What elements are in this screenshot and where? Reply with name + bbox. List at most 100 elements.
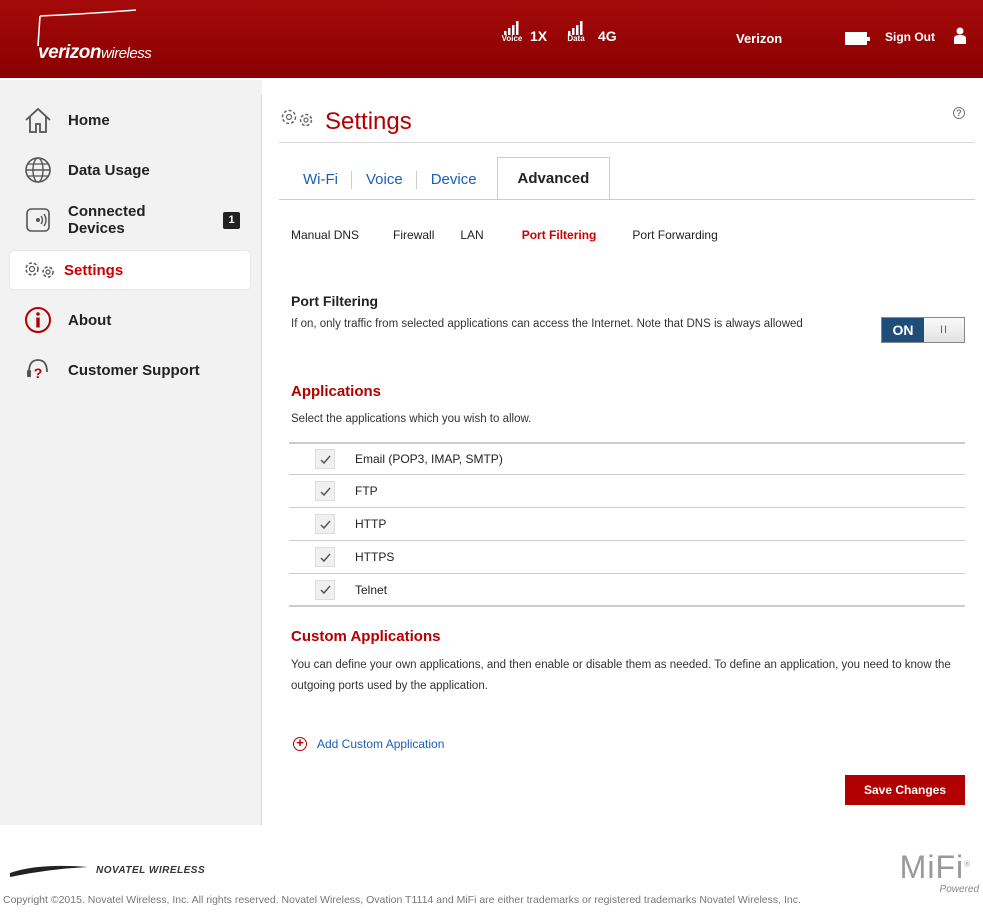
subtab-port-forwarding[interactable]: Port Forwarding bbox=[608, 218, 729, 252]
custom-applications-heading: Custom Applications bbox=[291, 628, 441, 645]
footer: NOVATEL WIRELESS MiFi® Powered Copyright… bbox=[0, 835, 983, 921]
subtab-manual-dns[interactable]: Manual DNS bbox=[279, 218, 371, 252]
tech-4g: 4G bbox=[598, 28, 617, 44]
add-custom-application-label: Add Custom Application bbox=[317, 737, 445, 751]
applications-heading: Applications bbox=[291, 383, 382, 400]
mifi-powered: Powered bbox=[939, 884, 979, 895]
tab-device[interactable]: Device bbox=[417, 159, 491, 199]
subtab-firewall[interactable]: Firewall bbox=[371, 218, 446, 252]
connected-devices-icon bbox=[22, 204, 54, 236]
tab-label: Advanced bbox=[517, 170, 590, 187]
applications-list: Email (POP3, IMAP, SMTP) FTP HTTP HTTPS … bbox=[289, 442, 965, 607]
svg-text:?: ? bbox=[34, 365, 43, 381]
custom-applications-section: Custom Applications You can define your … bbox=[279, 628, 975, 697]
list-item: Telnet bbox=[289, 574, 965, 607]
application-checkbox[interactable] bbox=[315, 514, 335, 534]
add-custom-application-link[interactable]: + Add Custom Application bbox=[293, 736, 445, 751]
port-filtering-heading: Port Filtering bbox=[291, 293, 379, 309]
globe-icon bbox=[22, 154, 54, 186]
application-checkbox[interactable] bbox=[315, 579, 335, 600]
page-title-text: Settings bbox=[325, 107, 412, 135]
headset-icon: ? bbox=[22, 354, 54, 386]
mifi-text: MiFi bbox=[899, 849, 965, 885]
battery-icon bbox=[845, 32, 870, 45]
sidebar-item-connected-devices[interactable]: Connected Devices 1 bbox=[10, 195, 250, 245]
advanced-subtabs: Manual DNS Firewall LAN Port Filtering P… bbox=[279, 218, 730, 252]
checkmark-icon bbox=[319, 520, 331, 529]
sidebar-item-label: Customer Support bbox=[68, 361, 200, 379]
sidebar-item-settings[interactable]: Settings bbox=[10, 251, 250, 289]
sidebar-item-label: Settings bbox=[64, 261, 124, 279]
help-icon[interactable]: ? bbox=[953, 107, 965, 119]
mifi-registered: ® bbox=[964, 859, 971, 869]
add-circle-icon: + bbox=[293, 736, 307, 751]
verizon-logo: verizonwireless bbox=[30, 8, 190, 68]
application-checkbox[interactable] bbox=[315, 547, 335, 567]
application-checkbox[interactable] bbox=[315, 481, 335, 501]
sidebar-item-customer-support[interactable]: ? Customer Support bbox=[10, 345, 250, 395]
home-icon bbox=[22, 104, 54, 136]
sidebar-item-about[interactable]: About bbox=[10, 295, 250, 345]
tab-label: Voice bbox=[365, 170, 403, 188]
carrier-name: Verizon bbox=[736, 31, 783, 46]
top-header: verizonwireless Voice 1X Data 4G Verizon… bbox=[0, 0, 983, 78]
save-changes-button[interactable]: Save Changes bbox=[845, 775, 965, 805]
sidebar-item-home[interactable]: Home bbox=[10, 95, 250, 145]
subtab-port-filtering[interactable]: Port Filtering bbox=[509, 218, 609, 252]
application-label: HTTPS bbox=[355, 550, 395, 564]
port-filtering-toggle[interactable]: ON II bbox=[881, 317, 965, 343]
sidebar-item-label: Home bbox=[68, 111, 110, 129]
port-filtering-description: If on, only traffic from selected applic… bbox=[291, 318, 803, 330]
title-divider bbox=[279, 142, 975, 143]
sign-out-link[interactable]: Sign Out bbox=[885, 30, 935, 44]
list-item: HTTPS bbox=[289, 541, 965, 574]
application-checkbox[interactable] bbox=[315, 449, 335, 469]
list-item: Email (POP3, IMAP, SMTP) bbox=[289, 442, 965, 475]
applications-section: Applications Select the applications whi… bbox=[279, 383, 975, 429]
voice-label: Voice bbox=[501, 34, 523, 43]
brand-light: wireless bbox=[101, 45, 152, 62]
info-icon bbox=[22, 304, 54, 336]
tab-wifi[interactable]: Wi-Fi bbox=[289, 159, 352, 199]
novatel-swoosh-icon bbox=[10, 865, 88, 877]
application-label: Email (POP3, IMAP, SMTP) bbox=[355, 452, 503, 466]
checkmark-icon bbox=[319, 553, 331, 562]
application-label: FTP bbox=[355, 484, 378, 498]
sidebar-item-label: Connected bbox=[68, 203, 146, 220]
voice-signal: Voice bbox=[499, 20, 525, 43]
checkmark-icon bbox=[319, 487, 331, 496]
tabs-divider bbox=[279, 199, 975, 200]
sidebar-item-label: Data Usage bbox=[68, 161, 150, 179]
port-filtering-section: Port Filtering If on, only traffic from … bbox=[279, 293, 975, 343]
tab-advanced[interactable]: Advanced bbox=[496, 157, 611, 199]
checkmark-icon bbox=[319, 585, 331, 594]
copyright-text: Copyright ©2015. Novatel Wireless, Inc. … bbox=[3, 894, 801, 906]
page-title: Settings bbox=[279, 107, 412, 136]
applications-description: Select the applications which you wish t… bbox=[291, 413, 532, 425]
brand-bold: verizon bbox=[38, 42, 102, 63]
custom-applications-description: You can define your own applications, an… bbox=[291, 659, 951, 692]
data-label: Data bbox=[567, 34, 585, 43]
gears-icon bbox=[279, 107, 317, 136]
novatel-logo: NOVATEL WIRELESS bbox=[8, 863, 205, 877]
tab-label: Wi-Fi bbox=[303, 170, 338, 188]
checkmark-icon bbox=[319, 455, 331, 464]
application-label: HTTP bbox=[355, 517, 387, 531]
gears-icon bbox=[22, 254, 58, 286]
sidebar-item-label: About bbox=[68, 311, 112, 329]
user-icon[interactable] bbox=[953, 27, 967, 45]
mifi-logo: MiFi® bbox=[900, 849, 971, 886]
application-label: Telnet bbox=[355, 582, 388, 597]
list-item: FTP bbox=[289, 475, 965, 508]
data-signal: Data bbox=[563, 20, 589, 43]
novatel-text: NOVATEL WIRELESS bbox=[96, 864, 206, 876]
sidebar-item-label: Devices bbox=[68, 220, 125, 237]
sidebar-item-data-usage[interactable]: Data Usage bbox=[10, 145, 250, 195]
sidebar-divider bbox=[261, 95, 262, 825]
connected-count-badge: 1 bbox=[223, 212, 240, 229]
subtab-lan[interactable]: LAN bbox=[446, 218, 495, 252]
tab-voice[interactable]: Voice bbox=[352, 159, 417, 199]
settings-tabs: Wi-Fi Voice Device Advanced bbox=[289, 157, 611, 199]
sidebar-nav: Home Data Usage Connected Devices 1 Sett… bbox=[10, 95, 250, 395]
list-item: HTTP bbox=[289, 508, 965, 541]
